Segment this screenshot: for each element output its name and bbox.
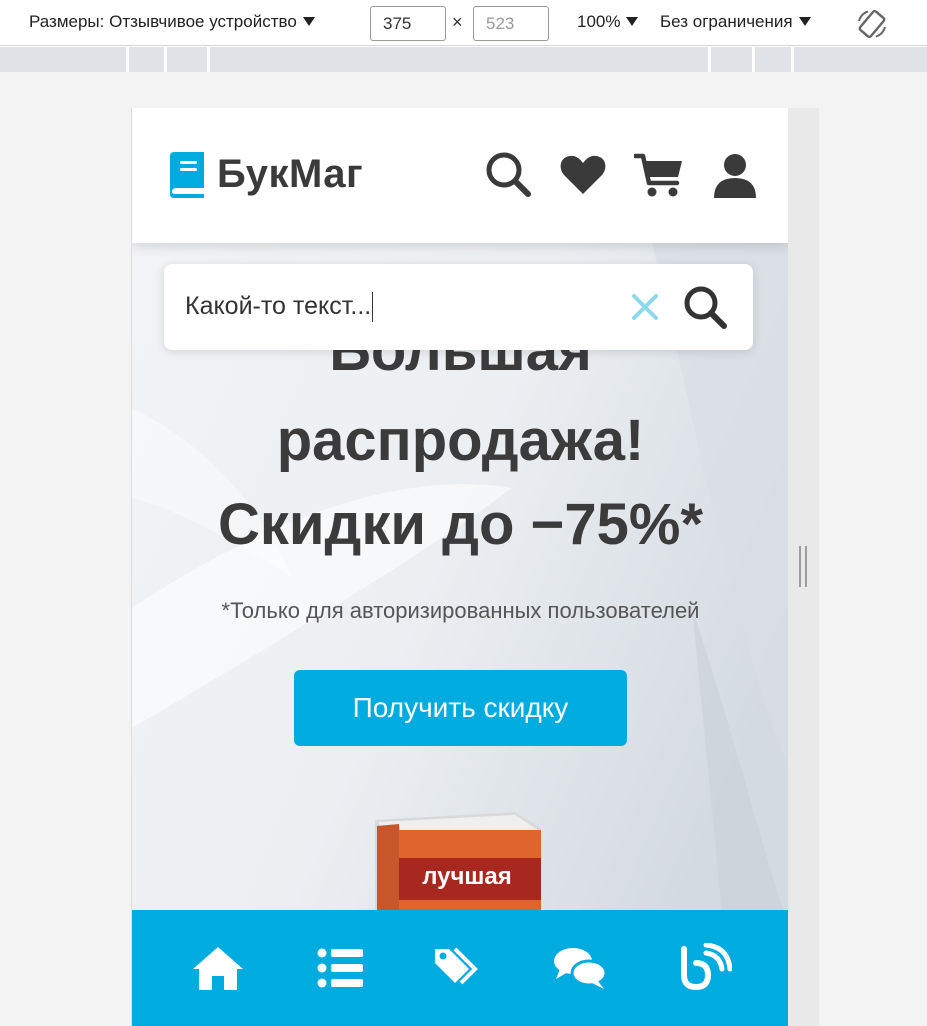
book-cover-image[interactable]: лучшая: [375, 808, 545, 918]
chevron-down-icon: [798, 16, 811, 26]
search-input-value: Какой-то текст...: [185, 292, 372, 320]
chevron-down-icon: [302, 16, 315, 26]
throttling-label: Без ограничения: [660, 12, 793, 31]
home-icon[interactable]: [190, 943, 246, 993]
promo-title-line-3: Скидки до −75%*: [217, 492, 704, 557]
resize-handle[interactable]: [799, 546, 808, 587]
search-icon[interactable]: [484, 150, 534, 200]
cart-icon[interactable]: [634, 150, 684, 200]
comments-icon[interactable]: [552, 943, 608, 993]
heart-icon[interactable]: [558, 150, 608, 200]
device-viewport: БукМаг Какой-то текст... Большая распрод…: [131, 108, 788, 1026]
list-icon[interactable]: [312, 943, 368, 993]
media-query-bar[interactable]: [0, 47, 927, 72]
site-header: БукМаг: [132, 108, 788, 243]
promo-title-line-2: распродажа!: [276, 408, 645, 473]
blog-icon[interactable]: [676, 943, 732, 993]
text-cursor: [372, 292, 374, 323]
rotate-icon[interactable]: [856, 8, 888, 40]
width-input[interactable]: 375: [370, 6, 446, 41]
search-submit-icon[interactable]: [682, 284, 730, 332]
zoom-dropdown[interactable]: 100%: [577, 12, 639, 32]
search-field[interactable]: Какой-то текст...: [164, 264, 753, 350]
tags-icon[interactable]: [431, 943, 487, 993]
book-logo-icon[interactable]: [166, 152, 206, 198]
throttling-dropdown[interactable]: Без ограничения: [660, 12, 811, 32]
get-discount-button[interactable]: Получить скидку: [294, 670, 627, 746]
clear-icon[interactable]: [630, 292, 660, 322]
search-input[interactable]: Какой-то текст...: [185, 292, 374, 323]
times-sign: ×: [452, 12, 463, 32]
height-input[interactable]: 523: [473, 6, 549, 41]
promo-note: *Только для авторизированных пользовател…: [221, 598, 700, 623]
user-icon[interactable]: [710, 150, 760, 200]
devtools-device-toolbar: Размеры: Отзывчивое устройство 375 × 523…: [0, 0, 927, 46]
dimensions-label: Размеры: Отзывчивое устройство: [29, 12, 297, 31]
chevron-down-icon: [626, 16, 639, 26]
dimensions-dropdown[interactable]: Размеры: Отзывчивое устройство: [29, 12, 315, 32]
logo-text[interactable]: БукМаг: [217, 152, 363, 197]
zoom-label: 100%: [577, 12, 621, 31]
book-cover-title: лучшая: [422, 863, 512, 890]
bottom-navigation: [132, 910, 788, 1026]
